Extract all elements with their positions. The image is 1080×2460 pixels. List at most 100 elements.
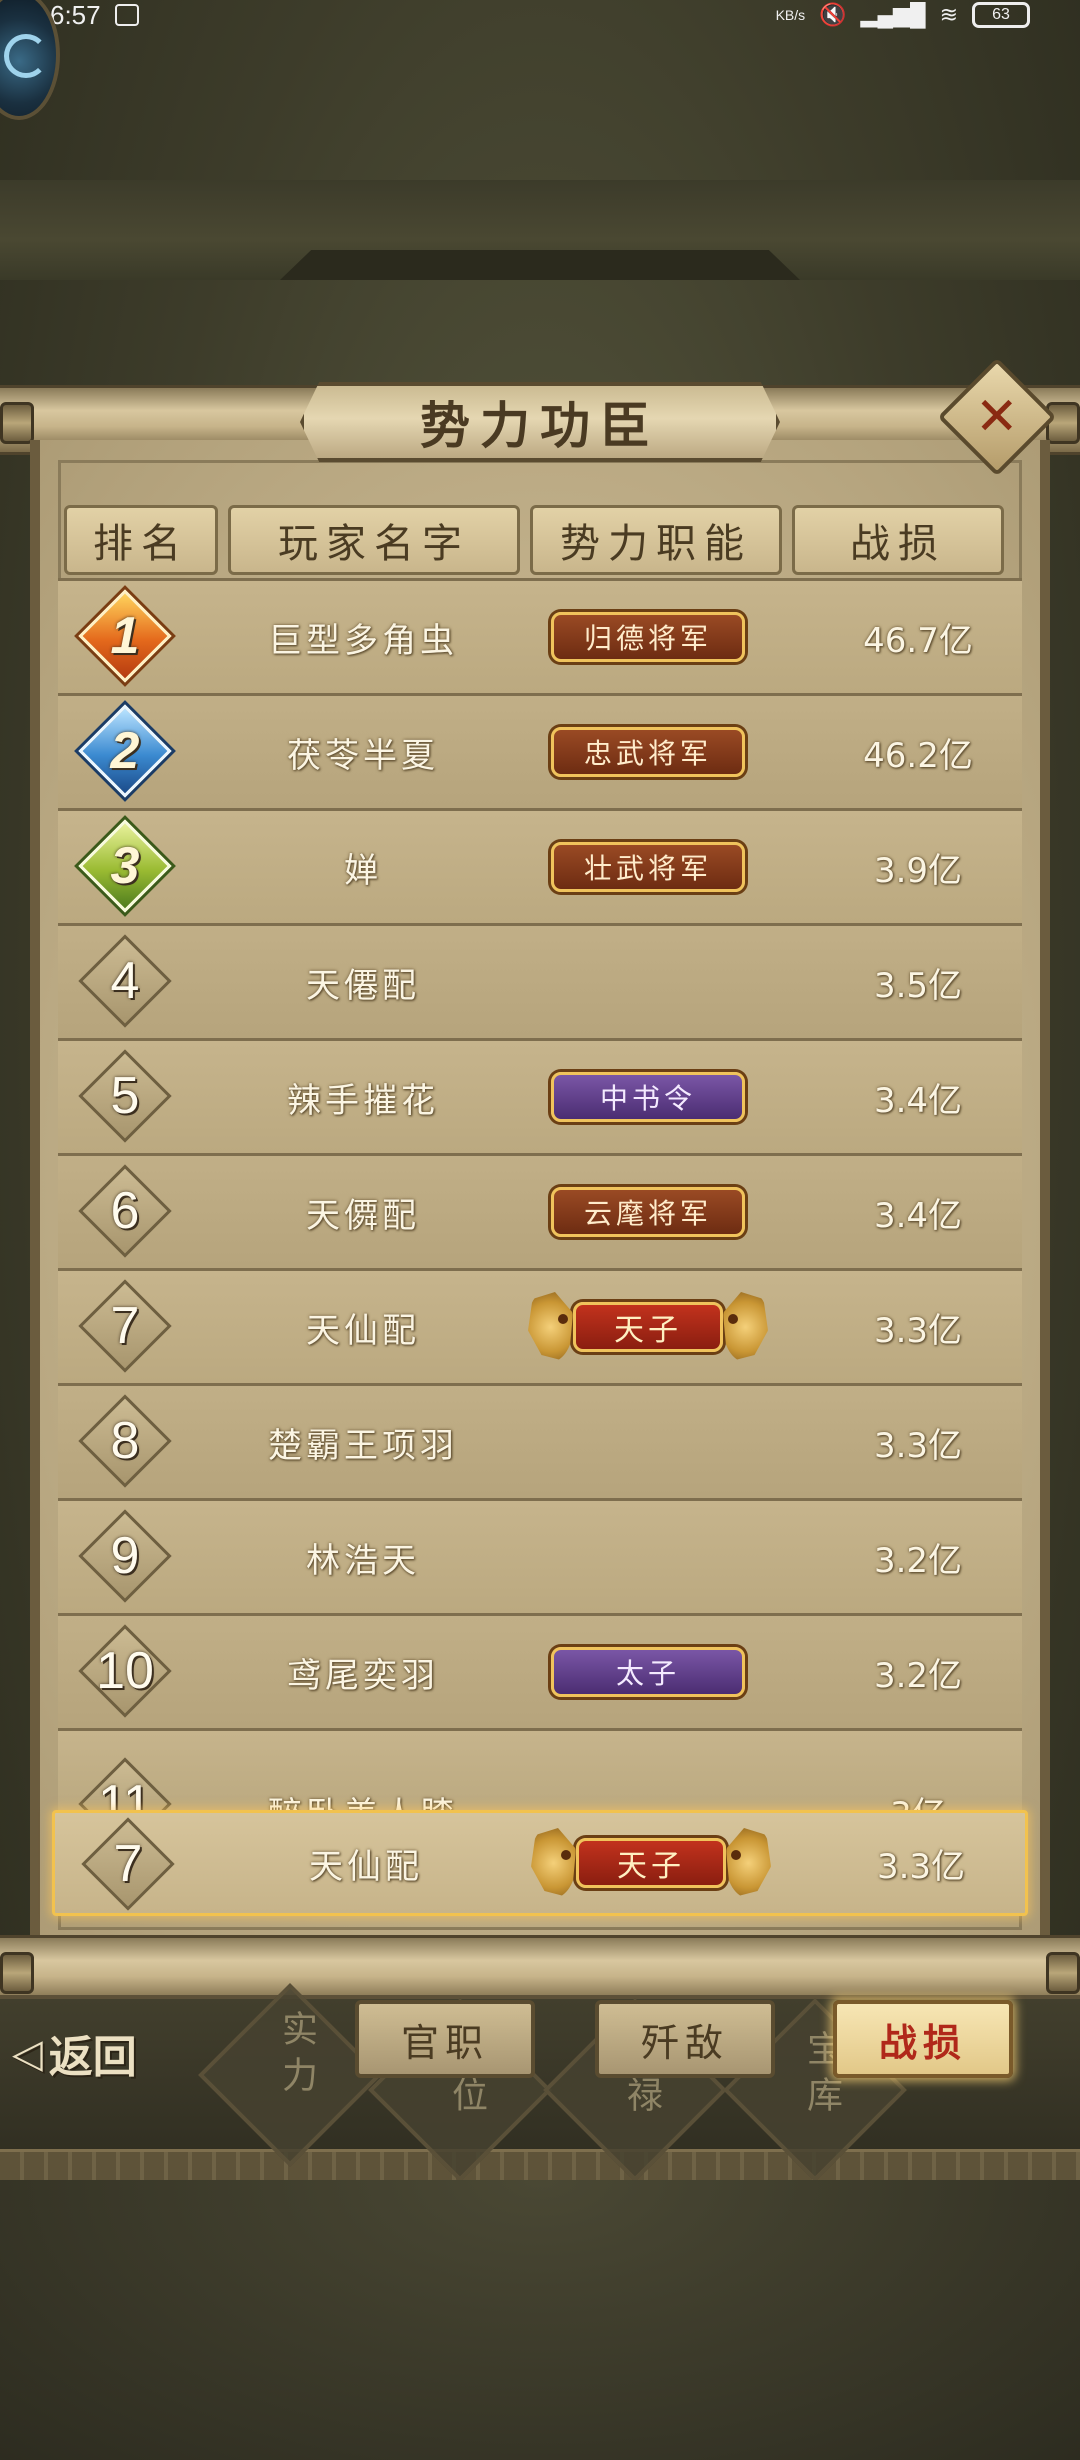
table-row[interactable]: 7 天仙配 天子 3.3亿: [58, 1268, 1022, 1383]
role-cell: 壮武将军: [528, 811, 768, 923]
player-name: 婵: [344, 850, 382, 891]
role-badge: 云麾将军: [551, 1187, 745, 1237]
player-name: 茯苓半夏: [287, 735, 439, 776]
rank-number: 5: [110, 1067, 140, 1125]
damage-value: 3.5亿: [873, 965, 963, 1006]
signal-icon: ▂▄▆█: [860, 2, 926, 27]
player-avatar[interactable]: [0, 0, 60, 120]
rank-number: 2: [110, 722, 140, 780]
role-cell: 太子: [528, 1616, 768, 1728]
damage-value: 3.3亿: [873, 1425, 963, 1466]
damage-value: 3.2亿: [873, 1540, 963, 1581]
rod-end-right: [1046, 1952, 1080, 1994]
back-arrow-icon: ◁: [12, 2029, 43, 2077]
header-player-name: 玩家名字: [228, 505, 520, 575]
dragon-eye: [728, 1314, 738, 1324]
tab-kills[interactable]: 歼敌: [595, 2000, 775, 2078]
table-header: 排名 玩家名字 势力职能 战损: [64, 505, 1014, 575]
dragon-eye: [731, 1850, 741, 1860]
table-row[interactable]: 8 楚霸王项羽 3.3亿: [58, 1383, 1022, 1498]
rod-end-left: [0, 1952, 34, 1994]
player-name: 楚霸王项羽: [268, 1425, 458, 1466]
player-name: 天僲配: [306, 1195, 420, 1236]
status-time: 6:57: [50, 0, 101, 30]
ranking-list[interactable]: 1 巨型多角虫 归德将军 46.7亿 2 茯苓半夏 忠武将军 46.2亿 3 婵…: [58, 578, 1022, 1813]
damage-value: 3.2亿: [873, 1655, 963, 1696]
header-damage: 战损: [792, 505, 1004, 575]
role-badge: 太子: [551, 1647, 745, 1697]
dragon-eye: [561, 1850, 571, 1860]
battery-icon: 63: [972, 2, 1030, 28]
header-rank: 排名: [64, 505, 218, 575]
rod-end-left: [0, 402, 34, 444]
role-badge: 归德将军: [551, 612, 745, 662]
role-badge: 忠武将军: [551, 727, 745, 777]
player-name: 醉卧美人膝: [218, 1755, 508, 1814]
player-name: 天仙配: [306, 1310, 420, 1351]
damage-value: 3.3亿: [876, 1846, 966, 1887]
rank-number: 10: [96, 1642, 154, 1700]
role-cell: 天子: [528, 1271, 768, 1383]
table-row[interactable]: 1 巨型多角虫 归德将军 46.7亿: [58, 578, 1022, 693]
table-row[interactable]: 11 醉卧美人膝 3亿: [58, 1728, 1022, 1813]
table-row[interactable]: 3 婵 壮武将军 3.9亿: [58, 808, 1022, 923]
table-row[interactable]: 2 茯苓半夏 忠武将军 46.2亿: [58, 693, 1022, 808]
wifi-icon: ≋: [939, 2, 958, 27]
damage-value: 3.4亿: [873, 1080, 963, 1121]
table-row[interactable]: 4 天僊配 3.5亿: [58, 923, 1022, 1038]
role-badge: 中书令: [551, 1072, 745, 1122]
rank-number: 1: [110, 607, 140, 665]
role-cell: 忠武将军: [528, 696, 768, 808]
rank-number: 8: [110, 1412, 140, 1470]
network-speed-unit: KB/s: [775, 7, 806, 23]
table-row[interactable]: 10 鸢尾奕羽 太子 3.2亿: [58, 1613, 1022, 1728]
title-plaque: 势力功臣: [300, 382, 780, 462]
role-cell: 归德将军: [528, 581, 768, 693]
rank-number: 4: [110, 952, 140, 1010]
damage-value: 46.7亿: [863, 620, 973, 661]
network-speed: KB/s: [776, 8, 806, 22]
rank-number: 6: [110, 1182, 140, 1240]
table-row[interactable]: 5 辣手摧花 中书令 3.4亿: [58, 1038, 1022, 1153]
dragon-left-icon: [528, 1292, 573, 1362]
header-role: 势力职能: [530, 505, 782, 575]
role-badge: 天子: [573, 1302, 723, 1352]
damage-value: 3.4亿: [873, 1195, 963, 1236]
role-cell: 中书令: [528, 1041, 768, 1153]
top-decor-band: [0, 180, 1080, 280]
status-bar: 6:57 KB/s 🔇 ▂▄▆█ ≋ 63: [0, 0, 1080, 30]
rod-end-right: [1046, 402, 1080, 444]
back-label: 返回: [48, 2032, 137, 2083]
table-row[interactable]: 6 天僲配 云麾将军 3.4亿: [58, 1153, 1022, 1268]
dragon-left-icon: [531, 1828, 576, 1898]
back-button[interactable]: ◁ 返回: [12, 2018, 192, 2088]
my-rank-row[interactable]: 7 天仙配 天子 3.3亿: [52, 1810, 1028, 1916]
player-name: 天僊配: [306, 965, 420, 1006]
mute-icon: 🔇: [819, 2, 847, 27]
rank-number: 9: [110, 1527, 140, 1585]
tab-official-rank[interactable]: 官职: [355, 2000, 535, 2078]
notification-icon: [114, 4, 139, 26]
dragon-eye: [558, 1314, 568, 1324]
ghost-tab-label: 实力: [276, 2010, 317, 2102]
role-badge: 天子: [576, 1838, 726, 1888]
dragon-right-icon: [726, 1828, 771, 1898]
player-name: 鸢尾奕羽: [287, 1655, 439, 1696]
status-right: KB/s 🔇 ▂▄▆█ ≋ 63: [776, 2, 1030, 28]
panel-title: 势力功臣: [420, 396, 660, 455]
player-name: 辣手摧花: [287, 1080, 439, 1121]
damage-value: 3.9亿: [873, 850, 963, 891]
damage-value: 46.2亿: [863, 735, 973, 776]
tab-damage-loss[interactable]: 战损: [833, 2000, 1013, 2078]
role-badge: 壮武将军: [551, 842, 745, 892]
role-cell: 云麾将军: [528, 1156, 768, 1268]
rank-number: 11: [98, 1775, 152, 1813]
table-row[interactable]: 9 林浩天 3.2亿: [58, 1498, 1022, 1613]
damage-value: 3亿: [818, 1755, 1018, 1814]
player-name: 天仙配: [309, 1846, 423, 1887]
close-icon: ✕: [975, 386, 1019, 447]
dragon-right-icon: [723, 1292, 768, 1362]
role-cell: 天子: [531, 1813, 771, 1913]
bottom-background: [0, 2180, 1080, 2460]
rank-number: 3: [110, 837, 140, 895]
